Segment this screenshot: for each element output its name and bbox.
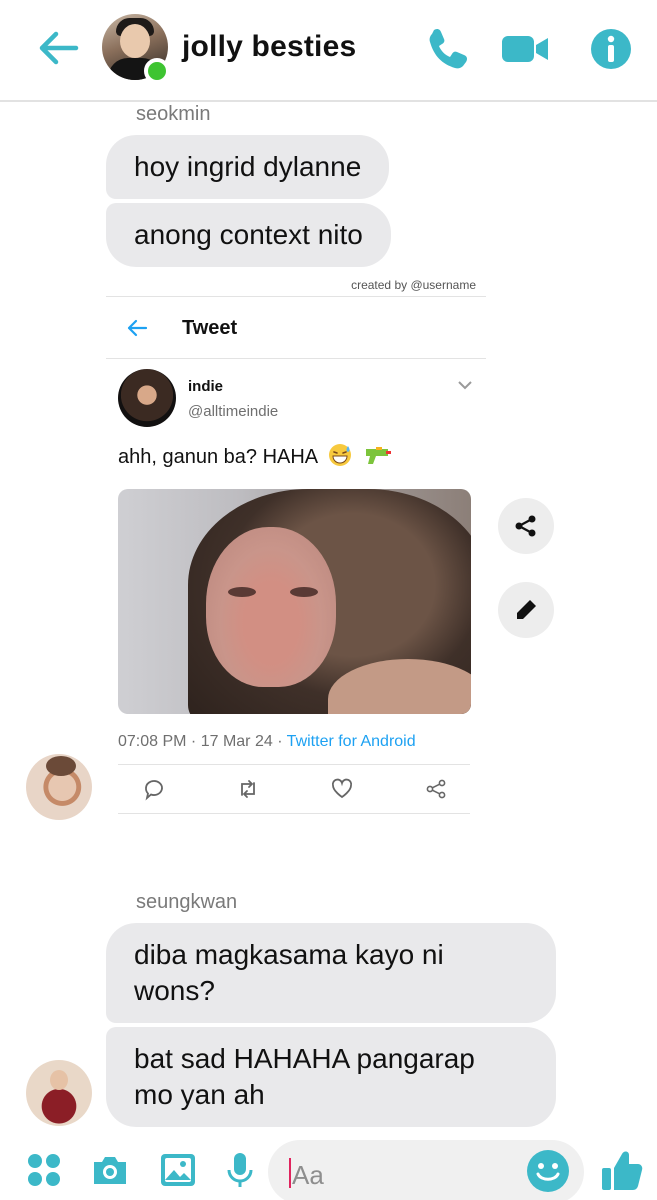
- chat-title[interactable]: jolly besties: [182, 30, 356, 64]
- text-cursor: [289, 1158, 291, 1188]
- tweet-author-handle: @alltimeindie: [188, 403, 279, 420]
- tweet-screenshot[interactable]: Tweet indie @alltimeindie ahh, ganun ba?…: [106, 296, 486, 816]
- tweet-meta: 07:08 PM · 17 Mar 24 · Twitter for Andro…: [118, 733, 416, 751]
- message-bubble[interactable]: bat sad HAHAHA pangarap mo yan ah: [106, 1027, 556, 1127]
- like-icon: [331, 778, 353, 799]
- back-arrow-icon[interactable]: [36, 26, 80, 70]
- video-icon[interactable]: [500, 24, 550, 74]
- emoji-icon[interactable]: [525, 1148, 571, 1194]
- avatar[interactable]: [26, 1060, 92, 1126]
- tweet-text: ahh, ganun ba? HAHA: [118, 443, 392, 469]
- sender-name: seungkwan: [136, 891, 238, 913]
- edit-button[interactable]: [498, 582, 554, 638]
- share-button[interactable]: [498, 498, 554, 554]
- like-thumb-icon[interactable]: [600, 1146, 644, 1194]
- chat-header: jolly besties: [0, 0, 657, 102]
- share-icon: [426, 779, 446, 799]
- grinning-sweat-emoji-icon: [328, 444, 351, 466]
- water-pistol-emoji-icon: [366, 447, 392, 464]
- tweet-header: Tweet: [106, 297, 486, 359]
- message-bubble[interactable]: diba magkasama kayo ni wons?: [106, 923, 556, 1023]
- retweet-icon: [241, 780, 255, 798]
- message-bubble[interactable]: hoy ingrid dylanne: [106, 135, 390, 199]
- microphone-icon[interactable]: [220, 1150, 260, 1190]
- gallery-icon[interactable]: [158, 1150, 198, 1190]
- tweet-back-icon: [127, 319, 148, 337]
- message-input-placeholder: Aa: [292, 1160, 324, 1190]
- info-icon[interactable]: [586, 24, 636, 74]
- apps-icon[interactable]: [24, 1150, 64, 1190]
- tweet-text-content: ahh, ganun ba? HAHA: [118, 446, 318, 468]
- tweet-source-link: Twitter for Android: [286, 733, 416, 750]
- tweet-author-avatar: [118, 369, 176, 427]
- reply-icon: [145, 780, 163, 801]
- tweet-timestamp: 07:08 PM · 17 Mar 24 ·: [118, 733, 287, 750]
- pencil-icon: [517, 600, 536, 619]
- tweet-author-name: indie: [188, 378, 224, 395]
- tweet-image[interactable]: [118, 489, 471, 714]
- message-bubble[interactable]: anong context nito: [106, 203, 391, 267]
- share-icon: [515, 515, 536, 537]
- online-status-dot: [144, 58, 170, 84]
- sender-name: seokmin: [136, 103, 211, 125]
- chevron-down-icon: [458, 381, 472, 390]
- phone-icon[interactable]: [424, 24, 474, 74]
- tweet-header-title: Tweet: [182, 317, 238, 339]
- tweet-actions: [118, 764, 470, 814]
- avatar[interactable]: [26, 754, 92, 820]
- camera-icon[interactable]: [90, 1150, 130, 1190]
- screenshot-credit: created by @username: [351, 278, 476, 292]
